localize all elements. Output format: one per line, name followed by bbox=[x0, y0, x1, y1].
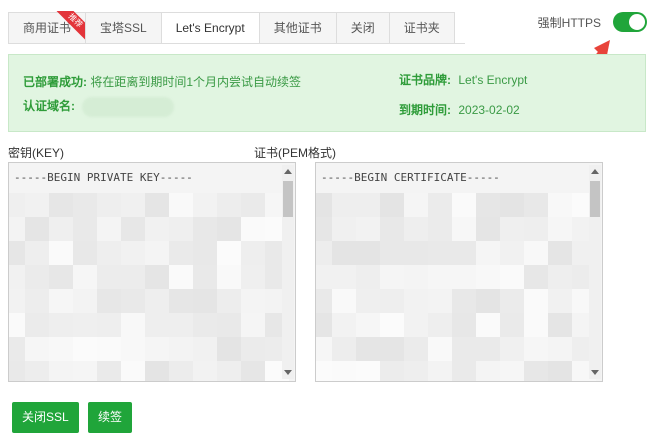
renew-button[interactable]: 续签 bbox=[88, 402, 133, 433]
tab-label: 关闭 bbox=[350, 21, 375, 35]
scroll-up-icon[interactable] bbox=[284, 169, 292, 174]
scroll-down-icon[interactable] bbox=[591, 370, 599, 375]
tab-label: 证书夹 bbox=[403, 21, 440, 35]
tab-close[interactable]: 关闭 bbox=[335, 12, 390, 44]
certificate-scrollbar[interactable] bbox=[589, 165, 601, 379]
private-key-scrollbar[interactable] bbox=[282, 165, 294, 379]
scroll-thumb[interactable] bbox=[590, 181, 600, 217]
key-field-label: 密钥(KEY) bbox=[8, 146, 65, 160]
cert-status-box: 已部署成功: 将在距离到期时间1个月内尝试自动续签 认证域名: 证书品牌: Le… bbox=[8, 54, 646, 132]
force-https-label: 强制HTTPS bbox=[537, 15, 601, 30]
scroll-up-icon[interactable] bbox=[591, 169, 599, 174]
domain-row: 认证域名: bbox=[23, 97, 175, 117]
deploy-status-key: 已部署成功: bbox=[23, 75, 87, 89]
private-key-header: -----BEGIN PRIVATE KEY----- bbox=[14, 171, 193, 184]
certificate-redacted bbox=[316, 193, 596, 381]
tab-baota-ssl[interactable]: 宝塔SSL bbox=[85, 12, 162, 44]
recommend-badge: 推荐 bbox=[55, 11, 88, 43]
force-https-control: 强制HTTPS bbox=[538, 12, 647, 32]
tab-cert-folder[interactable]: 证书夹 bbox=[388, 12, 455, 44]
tab-label: Let's Encrypt bbox=[175, 21, 245, 35]
expiry-value: 2023-02-02 bbox=[458, 103, 520, 117]
certificate-textarea[interactable]: -----BEGIN CERTIFICATE----- bbox=[315, 162, 603, 382]
tab-underline bbox=[8, 43, 465, 44]
tab-other-cert[interactable]: 其他证书 bbox=[258, 12, 337, 44]
deploy-status-value: 将在距离到期时间1个月内尝试自动续签 bbox=[90, 75, 302, 89]
tab-commercial-cert[interactable]: 商用证书 推荐 bbox=[8, 11, 88, 44]
ssl-tabs: 商用证书 推荐 宝塔SSL Let's Encrypt 其他证书 关闭 证书夹 bbox=[8, 11, 455, 44]
scroll-thumb[interactable] bbox=[283, 181, 293, 217]
expiry-row: 到期时间: 2023-02-02 bbox=[399, 101, 520, 118]
brand-row: 证书品牌: Let's Encrypt bbox=[399, 71, 527, 88]
close-ssl-button[interactable]: 关闭SSL bbox=[12, 402, 79, 433]
brand-key: 证书品牌: bbox=[399, 73, 451, 87]
cert-field-label: 证书(PEM格式) bbox=[254, 146, 336, 160]
domain-value-redacted bbox=[82, 97, 175, 117]
brand-value: Let's Encrypt bbox=[458, 73, 528, 87]
private-key-redacted bbox=[9, 193, 289, 381]
private-key-textarea[interactable]: -----BEGIN PRIVATE KEY----- bbox=[8, 162, 296, 382]
recommend-badge-text: 推荐 bbox=[56, 11, 88, 40]
tab-label: 宝塔SSL bbox=[100, 21, 147, 35]
toggle-knob bbox=[629, 14, 645, 30]
expiry-key: 到期时间: bbox=[399, 103, 451, 117]
certificate-header: -----BEGIN CERTIFICATE----- bbox=[321, 171, 500, 184]
deploy-status-row: 已部署成功: 将在距离到期时间1个月内尝试自动续签 bbox=[23, 73, 301, 90]
tab-label: 其他证书 bbox=[273, 21, 322, 35]
tab-lets-encrypt[interactable]: Let's Encrypt bbox=[160, 12, 260, 44]
scroll-down-icon[interactable] bbox=[284, 370, 292, 375]
force-https-toggle[interactable] bbox=[613, 12, 647, 32]
domain-key: 认证域名: bbox=[23, 99, 75, 114]
